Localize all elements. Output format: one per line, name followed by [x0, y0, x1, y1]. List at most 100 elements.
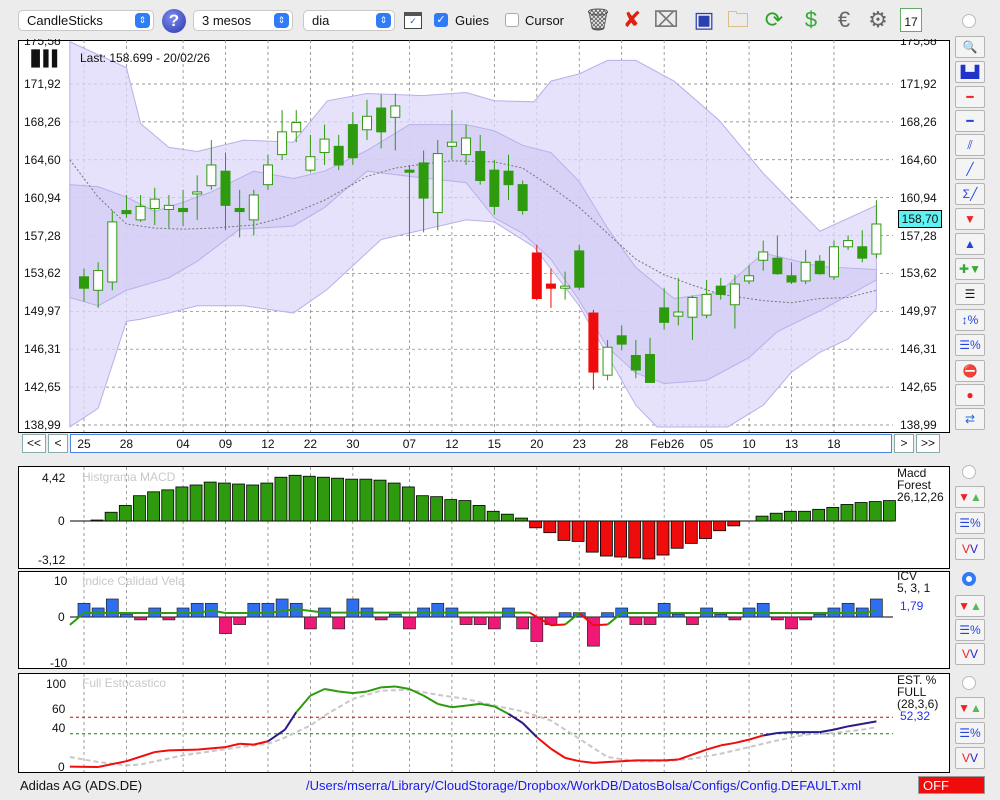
- time-axis-label: 28: [615, 437, 629, 451]
- trendline-icon[interactable]: ╱: [955, 158, 985, 180]
- stochastic-legend: EST. % FULL (28,3,6) 52,32: [897, 674, 938, 722]
- percent-lines-icon[interactable]: ☰%: [955, 512, 985, 534]
- stochastic-k-line: [564, 756, 580, 763]
- icv-bar: [714, 613, 728, 618]
- macd-bar: [798, 510, 811, 522]
- icv-signal-line: [69, 612, 85, 626]
- macd-bar: [670, 520, 684, 549]
- off-toggle-button[interactable]: OFF: [918, 776, 985, 794]
- icv-bar: [799, 616, 813, 621]
- price-axis-label: 142,65: [900, 380, 937, 395]
- stochastic-k-line: [395, 685, 410, 690]
- macd-bar: [302, 475, 316, 522]
- time-axis-label: 23: [572, 437, 586, 451]
- icv-bar: [388, 613, 402, 618]
- stochastic-k-line: [521, 722, 538, 738]
- macd-radio[interactable]: [962, 465, 976, 479]
- config-path-link[interactable]: /Users/mserra/Library/CloudStorage/Dropb…: [306, 778, 861, 793]
- grid-lines-icon[interactable]: ☰: [955, 283, 985, 305]
- stochastic-k-line: [550, 747, 566, 759]
- macd-bar: [416, 495, 429, 522]
- macd-bar: [854, 502, 868, 522]
- icv-signal-line: [593, 623, 608, 627]
- macd-bar: [387, 482, 401, 522]
- signals-icon[interactable]: ✚▼: [955, 258, 985, 280]
- nav-first-button[interactable]: <<: [22, 434, 46, 453]
- icv-bar: [756, 602, 770, 618]
- macd-bar: [486, 510, 500, 522]
- nav-last-button[interactable]: >>: [916, 434, 940, 453]
- price-axis-label: 146,31: [24, 342, 61, 357]
- candle-body: [744, 275, 755, 282]
- time-axis-label: 28: [119, 437, 134, 451]
- stochastic-k-line: [338, 690, 353, 695]
- macd-bar: [500, 513, 514, 522]
- candle-body: [376, 107, 387, 133]
- percent-lines-icon[interactable]: ☰%: [955, 619, 985, 641]
- icv-tick: 0: [58, 610, 65, 624]
- stochastic-k-line: [734, 738, 750, 744]
- fibonacci-icon[interactable]: Σ╱: [955, 183, 985, 205]
- percent-lines-icon[interactable]: ☰%: [955, 722, 985, 744]
- zoom-icon[interactable]: 🔍: [955, 36, 985, 58]
- swap-icon[interactable]: ⇄: [955, 408, 985, 430]
- legend-line: 26,12,26: [897, 490, 944, 504]
- channel-icon[interactable]: ⫽: [955, 134, 985, 156]
- oscillator-icon[interactable]: VV: [955, 747, 985, 769]
- percent-lines-icon[interactable]: ☰%: [955, 334, 985, 356]
- price-axis-label: 164,60: [900, 152, 937, 167]
- stoch-tick: 100: [46, 677, 67, 691]
- percent-scale-icon[interactable]: ↕%: [955, 309, 985, 331]
- nav-next-button[interactable]: >: [894, 434, 914, 453]
- macd-tick: 4,42: [42, 471, 66, 485]
- no-entry-icon[interactable]: ⛔: [955, 360, 985, 382]
- arrow-up-icon[interactable]: ▲: [955, 233, 985, 255]
- price-axis-label: 157,28: [900, 228, 937, 243]
- candle-body: [192, 191, 203, 195]
- candle-body: [659, 307, 670, 323]
- macd-bar: [868, 501, 882, 522]
- icv-bar: [247, 602, 261, 618]
- volume-toggle-icon[interactable]: ▐▌▌▌: [26, 50, 62, 67]
- record-icon[interactable]: ●: [955, 384, 985, 406]
- macd-bar: [628, 520, 642, 559]
- macd-bar: [614, 520, 627, 558]
- candle-body: [701, 293, 712, 316]
- arrow-down-icon[interactable]: ▼: [955, 208, 985, 230]
- macd-bar: [118, 505, 132, 522]
- signals-icon[interactable]: ▼▲: [955, 697, 985, 719]
- horizontal-line-red-icon[interactable]: ━: [955, 86, 985, 108]
- price-axis-label: 138,99: [24, 417, 61, 432]
- time-axis-label: 09: [218, 437, 233, 451]
- icv-legend: ICV 5, 3, 1 1,79: [897, 570, 930, 612]
- candle-body: [814, 260, 825, 275]
- signals-icon[interactable]: ▼▲: [955, 595, 985, 617]
- macd-bar: [543, 520, 557, 534]
- nav-prev-button[interactable]: <: [48, 434, 68, 453]
- candle-body: [163, 204, 174, 211]
- price-axis-label: 171,92: [900, 77, 937, 91]
- icv-bar: [671, 613, 685, 618]
- candle-body: [503, 170, 514, 186]
- chart-style-icon[interactable]: ▙▟: [955, 61, 985, 83]
- macd-bar: [345, 478, 359, 522]
- icv-tick: 10: [54, 574, 68, 588]
- time-axis-label: 20: [530, 437, 544, 451]
- macd-bar: [161, 489, 175, 522]
- icv-bar: [558, 612, 572, 618]
- icv-bar: [77, 602, 91, 618]
- icv-bar: [162, 616, 176, 621]
- stochastic-k-line: [833, 725, 849, 731]
- time-axis-label: 18: [827, 437, 841, 451]
- stochastic-radio[interactable]: [962, 676, 976, 690]
- time-axis-label: 13: [784, 437, 799, 451]
- oscillator-icon[interactable]: VV: [955, 643, 985, 665]
- candle-body: [857, 246, 868, 259]
- signals-icon[interactable]: ▼▲: [955, 486, 985, 508]
- icv-radio[interactable]: [962, 572, 976, 586]
- horizontal-line-blue-icon[interactable]: ━: [955, 110, 985, 132]
- oscillator-icon[interactable]: VV: [955, 538, 985, 560]
- icv-bar: [233, 616, 246, 625]
- stochastic-k-line: [763, 731, 778, 737]
- macd-bar: [133, 495, 146, 522]
